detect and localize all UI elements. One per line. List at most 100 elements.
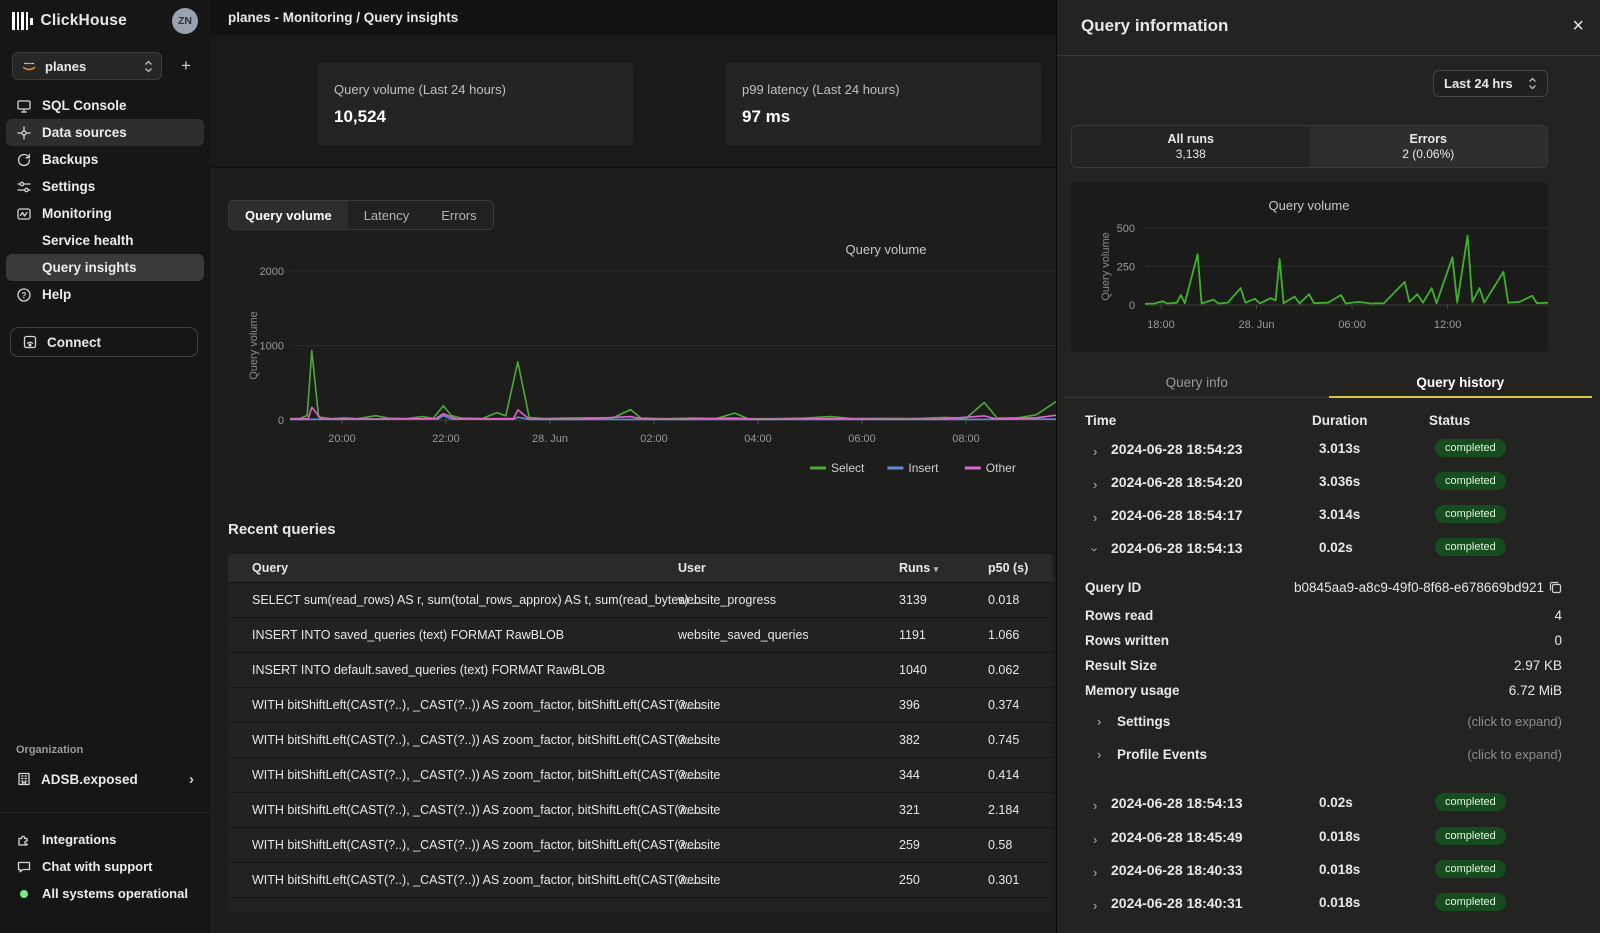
table-row[interactable]: INSERT INTO default.saved_queries (text)… — [228, 652, 1053, 687]
table-row[interactable]: WITH bitShiftLeft(CAST(?..), _CAST(?..))… — [228, 792, 1053, 827]
history-row-expanded[interactable]: › 2024-06-28 18:54:13 0.02s completed — [1057, 540, 1600, 562]
col-user[interactable]: User — [678, 561, 706, 575]
runs-cell: 321 — [899, 803, 920, 817]
time-range-select[interactable]: Last 24 hrs — [1433, 70, 1548, 97]
connect-button[interactable]: Connect — [10, 327, 198, 357]
time-range-value: Last 24 hrs — [1444, 76, 1528, 91]
chevron-down-icon[interactable]: › — [1088, 547, 1103, 551]
detail-expander-profile-events[interactable]: › Profile Events (click to expand) — [1057, 747, 1562, 767]
service-selector[interactable]: planes — [12, 52, 162, 80]
query-cell: SELECT sum(read_rows) AS r, sum(total_ro… — [252, 593, 703, 607]
panel-divider — [1057, 55, 1600, 56]
table-row-partial[interactable] — [228, 897, 1053, 911]
col-query[interactable]: Query — [252, 561, 288, 575]
y-axis-label: Query volume — [248, 311, 260, 379]
x-tick-label: 04:00 — [744, 433, 772, 445]
col-runs[interactable]: Runs ▾ — [899, 561, 938, 575]
query-cell: WITH bitShiftLeft(CAST(?..), _CAST(?..))… — [252, 768, 703, 782]
status-badge: completed — [1435, 827, 1506, 845]
errors-label: Errors — [1409, 132, 1447, 146]
organization-item[interactable]: ADSB.exposed › — [10, 765, 200, 793]
sidebar-item-integrations[interactable]: Integrations — [6, 826, 204, 853]
sidebar-item-data-sources[interactable]: Data sources — [6, 119, 204, 146]
chevron-right-icon[interactable]: › — [1093, 865, 1097, 880]
copy-icon[interactable] — [1549, 581, 1562, 594]
chevron-right-icon[interactable]: › — [1093, 510, 1097, 525]
table-row[interactable]: WITH bitShiftLeft(CAST(?..), _CAST(?..))… — [228, 862, 1053, 897]
mini-query-volume-chart[interactable]: Query volumeQuery volume500250018:0028. … — [1071, 182, 1548, 352]
building-icon — [16, 771, 32, 787]
sidebar-divider — [0, 812, 210, 813]
sliders-icon — [16, 179, 32, 195]
chevron-right-icon[interactable]: › — [1093, 798, 1097, 813]
table-row[interactable]: WITH bitShiftLeft(CAST(?..), _CAST(?..))… — [228, 757, 1053, 792]
puzzle-icon — [16, 832, 32, 848]
series-select — [290, 351, 1056, 419]
chat-icon — [16, 859, 32, 875]
close-icon[interactable]: × — [1572, 14, 1584, 38]
detail-row-query-id: Query ID b0845aa9-a8c9-49f0-8f68-e678669… — [1057, 580, 1562, 600]
sidebar-item-monitoring[interactable]: Monitoring — [6, 200, 204, 227]
history-row[interactable]: › 2024-06-28 18:54:23 3.013s completed — [1057, 441, 1600, 463]
stat-value: 97 ms — [742, 107, 790, 127]
legend-item-other[interactable]: Other — [986, 461, 1016, 475]
y-tick-label: 1000 — [260, 341, 284, 353]
sidebar-item-service-health[interactable]: Service health — [6, 227, 204, 254]
updown-chevron-icon — [1528, 77, 1537, 90]
table-row[interactable]: SELECT sum(read_rows) AS r, sum(total_ro… — [228, 582, 1053, 617]
sidebar-item-label: Backups — [42, 152, 98, 167]
chevron-right-icon[interactable]: › — [1093, 898, 1097, 913]
console-icon — [16, 98, 32, 114]
p50-cell: 0.58 — [988, 838, 1012, 852]
p50-cell: 0.374 — [988, 698, 1019, 712]
system-status-item[interactable]: All systems operational — [6, 880, 204, 907]
history-row[interactable]: › 2024-06-28 18:54:13 0.02s completed — [1057, 795, 1600, 817]
panel-tabs: Query info Query history — [1065, 368, 1592, 398]
history-row[interactable]: › 2024-06-28 18:40:31 0.018s completed — [1057, 895, 1600, 917]
tab-query-volume[interactable]: Query volume — [229, 201, 348, 229]
p50-cell: 0.301 — [988, 873, 1019, 887]
history-row[interactable]: › 2024-06-28 18:45:49 0.018s completed — [1057, 829, 1600, 851]
status-badge: completed — [1435, 860, 1506, 878]
history-row[interactable]: › 2024-06-28 18:54:20 3.036s completed — [1057, 474, 1600, 496]
col-p50[interactable]: p50 (s) — [988, 561, 1028, 575]
organization-heading: Organization — [16, 744, 83, 756]
user-avatar[interactable]: ZN — [172, 8, 198, 34]
table-row[interactable]: WITH bitShiftLeft(CAST(?..), _CAST(?..))… — [228, 687, 1053, 722]
sidebar-item-query-insights[interactable]: Query insights — [6, 254, 204, 281]
detail-expander-settings[interactable]: › Settings (click to expand) — [1057, 714, 1562, 734]
chevron-right-icon[interactable]: › — [1093, 444, 1097, 459]
y-tick-label: 250 — [1117, 262, 1135, 274]
tab-query-info[interactable]: Query info — [1065, 368, 1329, 397]
query-volume-chart[interactable]: Query volumeQuery volume20001000020:0022… — [210, 230, 1056, 490]
chevron-right-icon[interactable]: › — [1093, 832, 1097, 847]
status-badge: completed — [1435, 505, 1506, 523]
help-icon: ? — [16, 287, 32, 303]
table-row[interactable]: WITH bitShiftLeft(CAST(?..), _CAST(?..))… — [228, 827, 1053, 862]
sidebar-item-sql-console[interactable]: SQL Console — [6, 92, 204, 119]
tab-errors[interactable]: Errors — [425, 201, 492, 229]
x-tick-label: 08:00 — [952, 433, 980, 445]
runs-cell: 396 — [899, 698, 920, 712]
history-row[interactable]: › 2024-06-28 18:54:17 3.014s completed — [1057, 507, 1600, 529]
tab-query-history[interactable]: Query history — [1329, 368, 1593, 397]
toggle-errors[interactable]: Errors 2 (0.06%) — [1310, 126, 1548, 167]
chevron-right-icon[interactable]: › — [1093, 477, 1097, 492]
status-badge: completed — [1435, 538, 1506, 556]
status-dot-icon — [20, 890, 28, 898]
detail-label: Result Size — [1085, 658, 1157, 673]
toggle-all-runs[interactable]: All runs 3,138 — [1072, 126, 1310, 167]
legend-item-insert[interactable]: Insert — [908, 461, 939, 475]
table-row[interactable]: WITH bitShiftLeft(CAST(?..), _CAST(?..))… — [228, 722, 1053, 757]
sidebar-item-chat-support[interactable]: Chat with support — [6, 853, 204, 880]
sidebar-item-label: Query insights — [42, 260, 137, 275]
history-row[interactable]: › 2024-06-28 18:40:33 0.018s completed — [1057, 862, 1600, 884]
table-row[interactable]: INSERT INTO saved_queries (text) FORMAT … — [228, 617, 1053, 652]
sidebar-item-backups[interactable]: Backups — [6, 146, 204, 173]
tab-latency[interactable]: Latency — [348, 201, 426, 229]
legend-item-select[interactable]: Select — [831, 461, 865, 475]
time-cell: 2024-06-28 18:45:49 — [1111, 829, 1243, 845]
sidebar-item-settings[interactable]: Settings — [6, 173, 204, 200]
add-service-button[interactable]: + — [176, 56, 196, 76]
sidebar-item-help[interactable]: ? Help — [6, 281, 204, 308]
